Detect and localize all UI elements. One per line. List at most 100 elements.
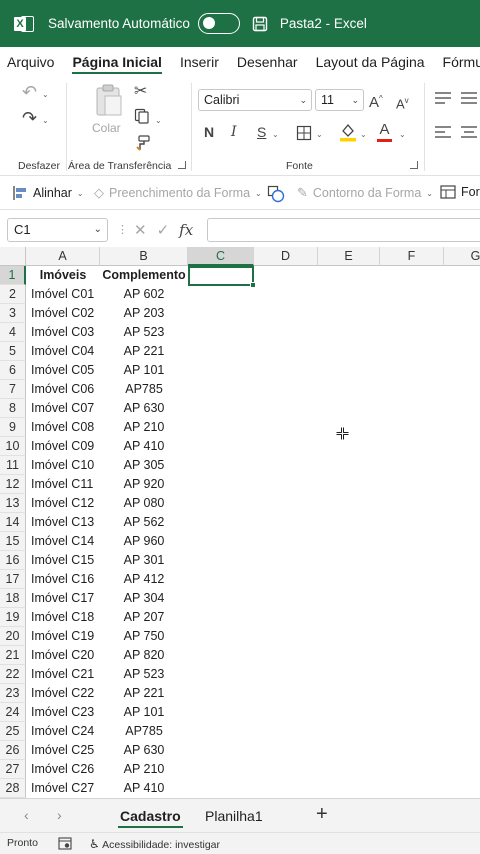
font-launcher-icon[interactable] <box>410 161 418 169</box>
column-header-a[interactable]: A <box>26 247 100 266</box>
row-header[interactable]: 28 <box>0 779 26 798</box>
cell-b[interactable]: AP 080 <box>100 494 188 513</box>
cell-b[interactable]: AP 630 <box>100 741 188 760</box>
cell-b[interactable]: AP 750 <box>100 627 188 646</box>
row-header[interactable]: 11 <box>0 456 26 475</box>
align-middle-icon[interactable] <box>460 91 478 105</box>
cell-a[interactable]: Imóvel C08 <box>31 418 100 437</box>
cell-b[interactable]: AP 305 <box>100 456 188 475</box>
row-header[interactable]: 17 <box>0 570 26 589</box>
bold-button[interactable]: N <box>204 123 214 141</box>
underline-button[interactable]: S <box>257 123 266 141</box>
cell-b[interactable]: AP 960 <box>100 532 188 551</box>
font-color-dropdown-icon[interactable]: ⌄ <box>399 124 406 144</box>
cell-b[interactable]: AP 410 <box>100 779 188 798</box>
row-header[interactable]: 23 <box>0 684 26 703</box>
cell-a[interactable]: Imóvel C27 <box>31 779 100 798</box>
tab-pagina-inicial[interactable]: Página Inicial <box>63 47 170 77</box>
row-header[interactable]: 6 <box>0 361 26 380</box>
row-header[interactable]: 1 <box>0 266 26 285</box>
undo-icon[interactable]: ↶ <box>22 83 37 101</box>
active-cell-selection[interactable] <box>188 266 256 288</box>
cell-b[interactable]: AP 207 <box>100 608 188 627</box>
borders-icon[interactable] <box>296 125 312 141</box>
cell-a[interactable]: Imóvel C18 <box>31 608 100 627</box>
row-header[interactable]: 18 <box>0 589 26 608</box>
align-left-icon[interactable] <box>434 125 452 139</box>
cell-b[interactable]: AP 602 <box>100 285 188 304</box>
column-header-g[interactable]: G <box>444 247 480 266</box>
row-header[interactable]: 19 <box>0 608 26 627</box>
cell-b1[interactable]: Complemento <box>100 266 188 285</box>
align-top-icon[interactable] <box>434 91 452 105</box>
cell-a[interactable]: Imóvel C10 <box>31 456 100 475</box>
cell-b[interactable]: AP 210 <box>100 418 188 437</box>
row-header[interactable]: 27 <box>0 760 26 779</box>
borders-dropdown-icon[interactable]: ⌄ <box>316 124 323 144</box>
sheet-tab-planilha1[interactable]: Planilha1 <box>205 806 263 828</box>
row-header[interactable]: 8 <box>0 399 26 418</box>
underline-dropdown-icon[interactable]: ⌄ <box>272 124 279 144</box>
fill-handle[interactable] <box>250 282 256 288</box>
redo-icon[interactable]: ↷ <box>22 109 37 127</box>
align-button[interactable]: Alinhar ⌄ <box>12 185 84 201</box>
tab-desenhar[interactable]: Desenhar <box>228 47 307 77</box>
tab-formulas[interactable]: Fórmulas <box>434 47 480 77</box>
row-header[interactable]: 21 <box>0 646 26 665</box>
cell-b[interactable]: AP 221 <box>100 684 188 703</box>
font-size-select[interactable]: 11 ⌄ <box>315 89 364 111</box>
row-header[interactable]: 25 <box>0 722 26 741</box>
column-header-b[interactable]: B <box>100 247 188 266</box>
cell-a[interactable]: Imóvel C04 <box>31 342 100 361</box>
cancel-icon[interactable]: ✕ <box>134 221 147 239</box>
more-options-icon[interactable]: ⋮ <box>117 223 128 236</box>
row-header[interactable]: 10 <box>0 437 26 456</box>
cell-b[interactable]: AP 101 <box>100 703 188 722</box>
column-header-f[interactable]: F <box>380 247 444 266</box>
cell-b[interactable]: AP 203 <box>100 304 188 323</box>
cell-a1[interactable]: Imóveis <box>26 266 100 285</box>
row-header[interactable]: 12 <box>0 475 26 494</box>
cell-a[interactable]: Imóvel C09 <box>31 437 100 456</box>
cell-a[interactable]: Imóvel C14 <box>31 532 100 551</box>
row-header[interactable]: 9 <box>0 418 26 437</box>
font-color-icon[interactable]: A <box>377 121 392 142</box>
tab-arquivo[interactable]: Arquivo <box>0 47 63 77</box>
cell-a[interactable]: Imóvel C19 <box>31 627 100 646</box>
row-header[interactable]: 26 <box>0 741 26 760</box>
format-button[interactable]: For <box>440 185 480 199</box>
copy-dropdown-icon[interactable]: ⌄ <box>155 110 162 130</box>
cell-a[interactable]: Imóvel C15 <box>31 551 100 570</box>
formula-input[interactable] <box>207 218 480 242</box>
cell-b[interactable]: AP 820 <box>100 646 188 665</box>
shapes-icon[interactable] <box>267 185 285 203</box>
row-header[interactable]: 24 <box>0 703 26 722</box>
cell-a[interactable]: Imóvel C13 <box>31 513 100 532</box>
cell-b[interactable]: AP 920 <box>100 475 188 494</box>
paste-label[interactable]: Colar <box>92 119 121 137</box>
cell-b[interactable]: AP 523 <box>100 323 188 342</box>
macro-record-icon[interactable] <box>58 837 72 850</box>
row-header[interactable]: 20 <box>0 627 26 646</box>
decrease-font-icon[interactable]: Av <box>396 92 409 113</box>
row-header[interactable]: 22 <box>0 665 26 684</box>
cell-a[interactable]: Imóvel C02 <box>31 304 100 323</box>
row-header[interactable]: 4 <box>0 323 26 342</box>
increase-font-icon[interactable]: A^ <box>369 90 383 112</box>
cell-b[interactable]: AP 210 <box>100 760 188 779</box>
shape-outline-button[interactable]: ✎ Contorno da Forma ⌄ <box>297 185 433 201</box>
column-header-e[interactable]: E <box>318 247 380 266</box>
tab-inserir[interactable]: Inserir <box>171 47 228 77</box>
name-box[interactable]: C1 ⌄ <box>7 218 108 242</box>
confirm-icon[interactable]: ✓ <box>157 221 170 239</box>
cell-a[interactable]: Imóvel C05 <box>31 361 100 380</box>
cell-a[interactable]: Imóvel C23 <box>31 703 100 722</box>
cell-a[interactable]: Imóvel C01 <box>31 285 100 304</box>
cell-a[interactable]: Imóvel C07 <box>31 399 100 418</box>
cell-a[interactable]: Imóvel C06 <box>31 380 100 399</box>
cell-a[interactable]: Imóvel C26 <box>31 760 100 779</box>
cell-b[interactable]: AP785 <box>100 722 188 741</box>
add-sheet-button[interactable]: + <box>316 803 328 826</box>
cell-b[interactable]: AP 304 <box>100 589 188 608</box>
row-header[interactable]: 2 <box>0 285 26 304</box>
